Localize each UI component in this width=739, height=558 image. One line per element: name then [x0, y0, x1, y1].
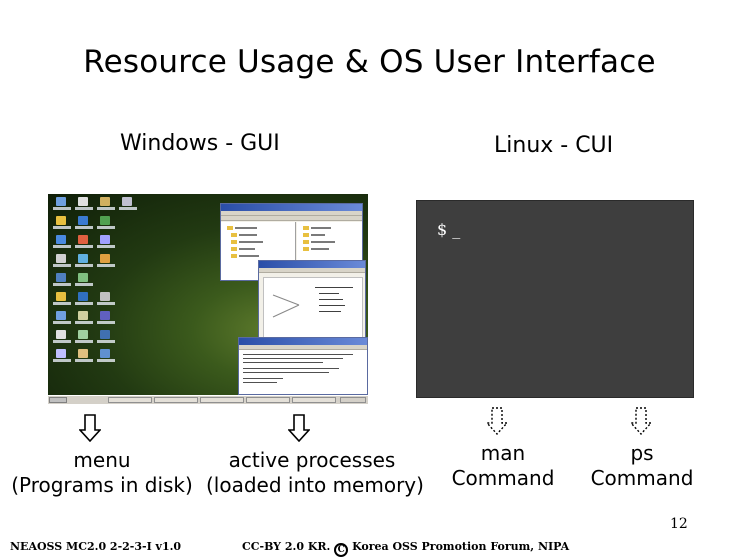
taskbar-item — [154, 397, 198, 403]
taskbar-item — [246, 397, 290, 403]
desktop-icon — [56, 216, 66, 225]
windows-desktop-screenshot — [48, 194, 368, 404]
desktop-icon — [100, 254, 110, 263]
desktop-icon — [56, 349, 66, 358]
desktop-icon — [122, 197, 132, 206]
menu-label-line2: (Programs in disk) — [11, 473, 193, 497]
desktop-icon — [56, 273, 66, 282]
linux-terminal: $ _ — [416, 200, 694, 398]
desktop-icon — [100, 216, 110, 225]
desktop-icon — [100, 330, 110, 339]
desktop-icon — [78, 292, 88, 301]
desktop-icon — [56, 292, 66, 301]
desktop-icon — [56, 330, 66, 339]
active-processes-line1: active processes — [228, 448, 396, 472]
linux-cui-heading: Linux - CUI — [494, 133, 614, 158]
desktop-icon — [78, 235, 88, 244]
man-down-arrow-icon — [486, 407, 508, 435]
desktop-icon — [56, 311, 66, 320]
menu-label: menu (Programs in disk) — [10, 448, 194, 498]
diagram-sketch — [272, 294, 300, 318]
copyright-icon: C — [334, 543, 349, 557]
menu-label-line1: menu — [73, 448, 131, 472]
man-command-label: man Command — [448, 441, 558, 491]
man-label-line2: Command — [451, 466, 555, 490]
desktop-icon — [100, 292, 110, 301]
menu-down-arrow-icon — [79, 414, 101, 442]
windows-gui-heading: Windows - GUI — [120, 131, 280, 156]
taskbar-item — [200, 397, 244, 403]
desktop-icon — [78, 273, 88, 282]
slide-title: Resource Usage & OS User Interface — [83, 44, 656, 80]
desktop-icon — [78, 197, 88, 206]
ps-command-label: ps Command — [587, 441, 697, 491]
desktop-icon — [100, 311, 110, 320]
document-window — [258, 260, 366, 340]
taskbar-item — [292, 397, 336, 403]
active-processes-line2: (loaded into memory) — [206, 473, 424, 497]
ps-down-arrow-icon — [630, 407, 652, 435]
page-number: 12 — [670, 516, 688, 532]
footer-license: CC-BY 2.0 KR. C Korea OSS Promotion Foru… — [242, 540, 569, 557]
footer-organization: Korea OSS Promotion Forum, NIPA — [352, 540, 570, 553]
console-window — [238, 337, 368, 395]
desktop-icon — [78, 216, 88, 225]
system-tray — [340, 397, 366, 403]
footer-course-id: NEAOSS MC2.0 2-2-3-I v1.0 — [10, 540, 182, 553]
ps-label-line2: Command — [590, 466, 694, 490]
active-processes-label: active processes (loaded into memory) — [206, 448, 424, 498]
ps-label-line1: ps — [630, 441, 654, 465]
desktop-icon — [100, 349, 110, 358]
windows-taskbar — [48, 395, 368, 404]
desktop-icon — [78, 330, 88, 339]
desktop-icon — [78, 311, 88, 320]
shell-prompt: $ _ — [437, 220, 461, 239]
desktop-icon — [78, 254, 88, 263]
desktop-icon — [56, 254, 66, 263]
man-label-line1: man — [480, 441, 526, 465]
start-button — [49, 397, 67, 403]
processes-down-arrow-icon — [288, 414, 310, 442]
desktop-icon — [78, 349, 88, 358]
desktop-icon — [100, 235, 110, 244]
desktop-icon — [56, 197, 66, 206]
desktop-icon — [56, 235, 66, 244]
footer-license-text: CC-BY 2.0 KR. — [242, 540, 331, 553]
taskbar-item — [108, 397, 152, 403]
desktop-icon — [100, 197, 110, 206]
